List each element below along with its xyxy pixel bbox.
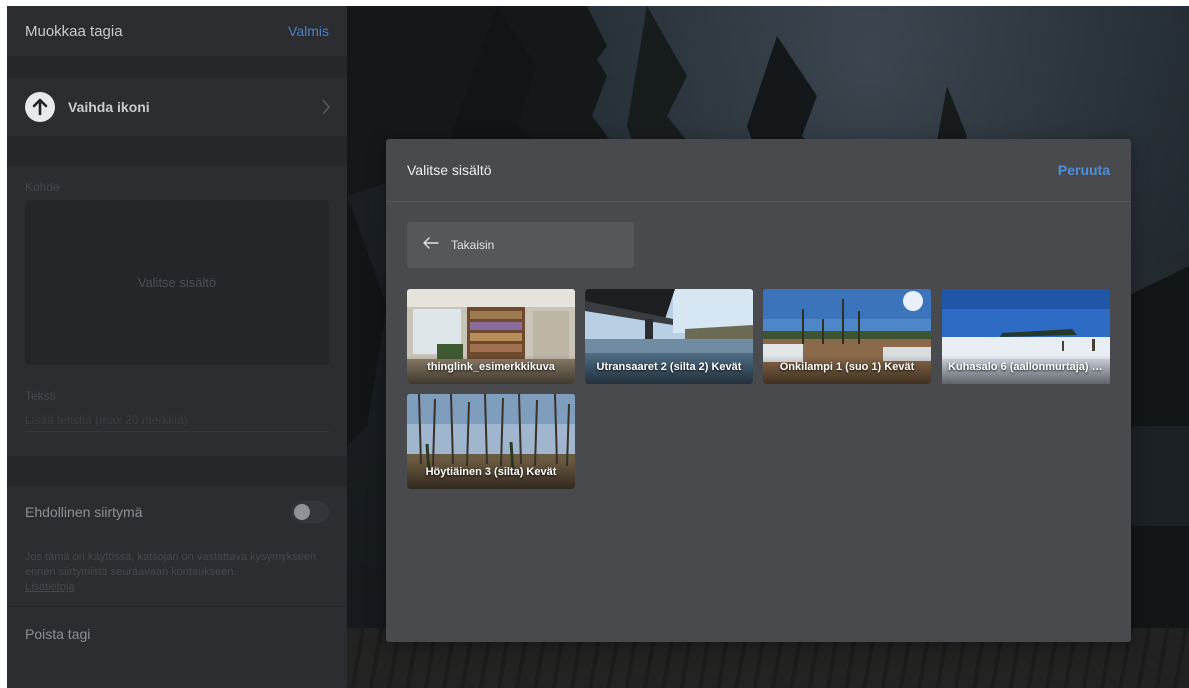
delete-tag-button[interactable]: Poista tagi: [7, 606, 347, 660]
tile-label: Höytiäinen 3 (silta) Kevät: [407, 460, 575, 489]
edit-tag-panel: Muokkaa tagia Valmis Vaihda ikoni Kohde …: [7, 6, 347, 688]
tile-label: Utransaaret 2 (silta 2) Kevät: [585, 355, 753, 384]
arrow-up-icon: [25, 92, 55, 122]
conditional-transition-toggle[interactable]: [291, 501, 329, 523]
change-icon-row[interactable]: Vaihda ikoni: [7, 78, 347, 136]
conditional-hint-text: Jos tämä on käytössä, katsojan on vastat…: [25, 551, 317, 578]
tile-label: Kuhasalo 6 (aallonmurtaja) Kevät: [942, 355, 1110, 384]
panel-divider: [7, 456, 347, 486]
back-label: Takaisin: [451, 238, 495, 252]
back-button[interactable]: Takaisin: [407, 222, 634, 268]
change-icon-label: Vaihda ikoni: [68, 99, 150, 115]
content-tile[interactable]: Höytiäinen 3 (silta) Kevät: [407, 394, 575, 489]
conditional-hint: Jos tämä on käytössä, katsojan on vastat…: [7, 538, 347, 595]
text-label: Teksti: [25, 389, 56, 403]
content-tile[interactable]: Utransaaret 2 (silta 2) Kevät: [585, 289, 753, 384]
target-placeholder: Valitse sisältö: [137, 275, 217, 290]
tile-label: Onkilampi 1 (suo 1) Kevät: [763, 355, 931, 384]
arrow-left-icon: [423, 236, 439, 254]
learn-more-link[interactable]: Lisätietoja: [25, 581, 75, 593]
content-tile[interactable]: Kuhasalo 6 (aallonmurtaja) Kevät: [942, 289, 1110, 384]
chevron-right-icon: [321, 99, 331, 120]
panel-divider: [7, 56, 347, 78]
target-select-box[interactable]: Valitse sisältö: [25, 200, 329, 365]
cancel-button[interactable]: Peruuta: [1058, 162, 1110, 178]
conditional-transition-label: Ehdollinen siirtymä: [25, 504, 143, 520]
dialog-title: Valitse sisältö: [407, 162, 492, 178]
done-button[interactable]: Valmis: [288, 23, 329, 39]
app-frame: Muokkaa tagia Valmis Vaihda ikoni Kohde …: [7, 6, 1189, 688]
tile-label: thinglink_esimerkkikuva: [407, 355, 575, 384]
content-tile[interactable]: thinglink_esimerkkikuva: [407, 289, 575, 384]
conditional-transition-row: Ehdollinen siirtymä: [7, 486, 347, 538]
toggle-knob: [294, 504, 310, 520]
panel-title: Muokkaa tagia: [25, 22, 123, 40]
content-tile[interactable]: Onkilampi 1 (suo 1) Kevät: [763, 289, 931, 384]
panel-divider: [7, 136, 347, 166]
panel-header: Muokkaa tagia Valmis: [7, 6, 347, 56]
select-content-dialog: Valitse sisältö Peruuta Takaisin thingli…: [386, 139, 1131, 642]
delete-tag-label: Poista tagi: [25, 625, 91, 642]
dialog-header: Valitse sisältö Peruuta: [386, 139, 1131, 202]
target-label: Kohde: [25, 180, 60, 194]
text-input[interactable]: Lisää tekstiä (max 20 merkkiä): [25, 409, 329, 432]
